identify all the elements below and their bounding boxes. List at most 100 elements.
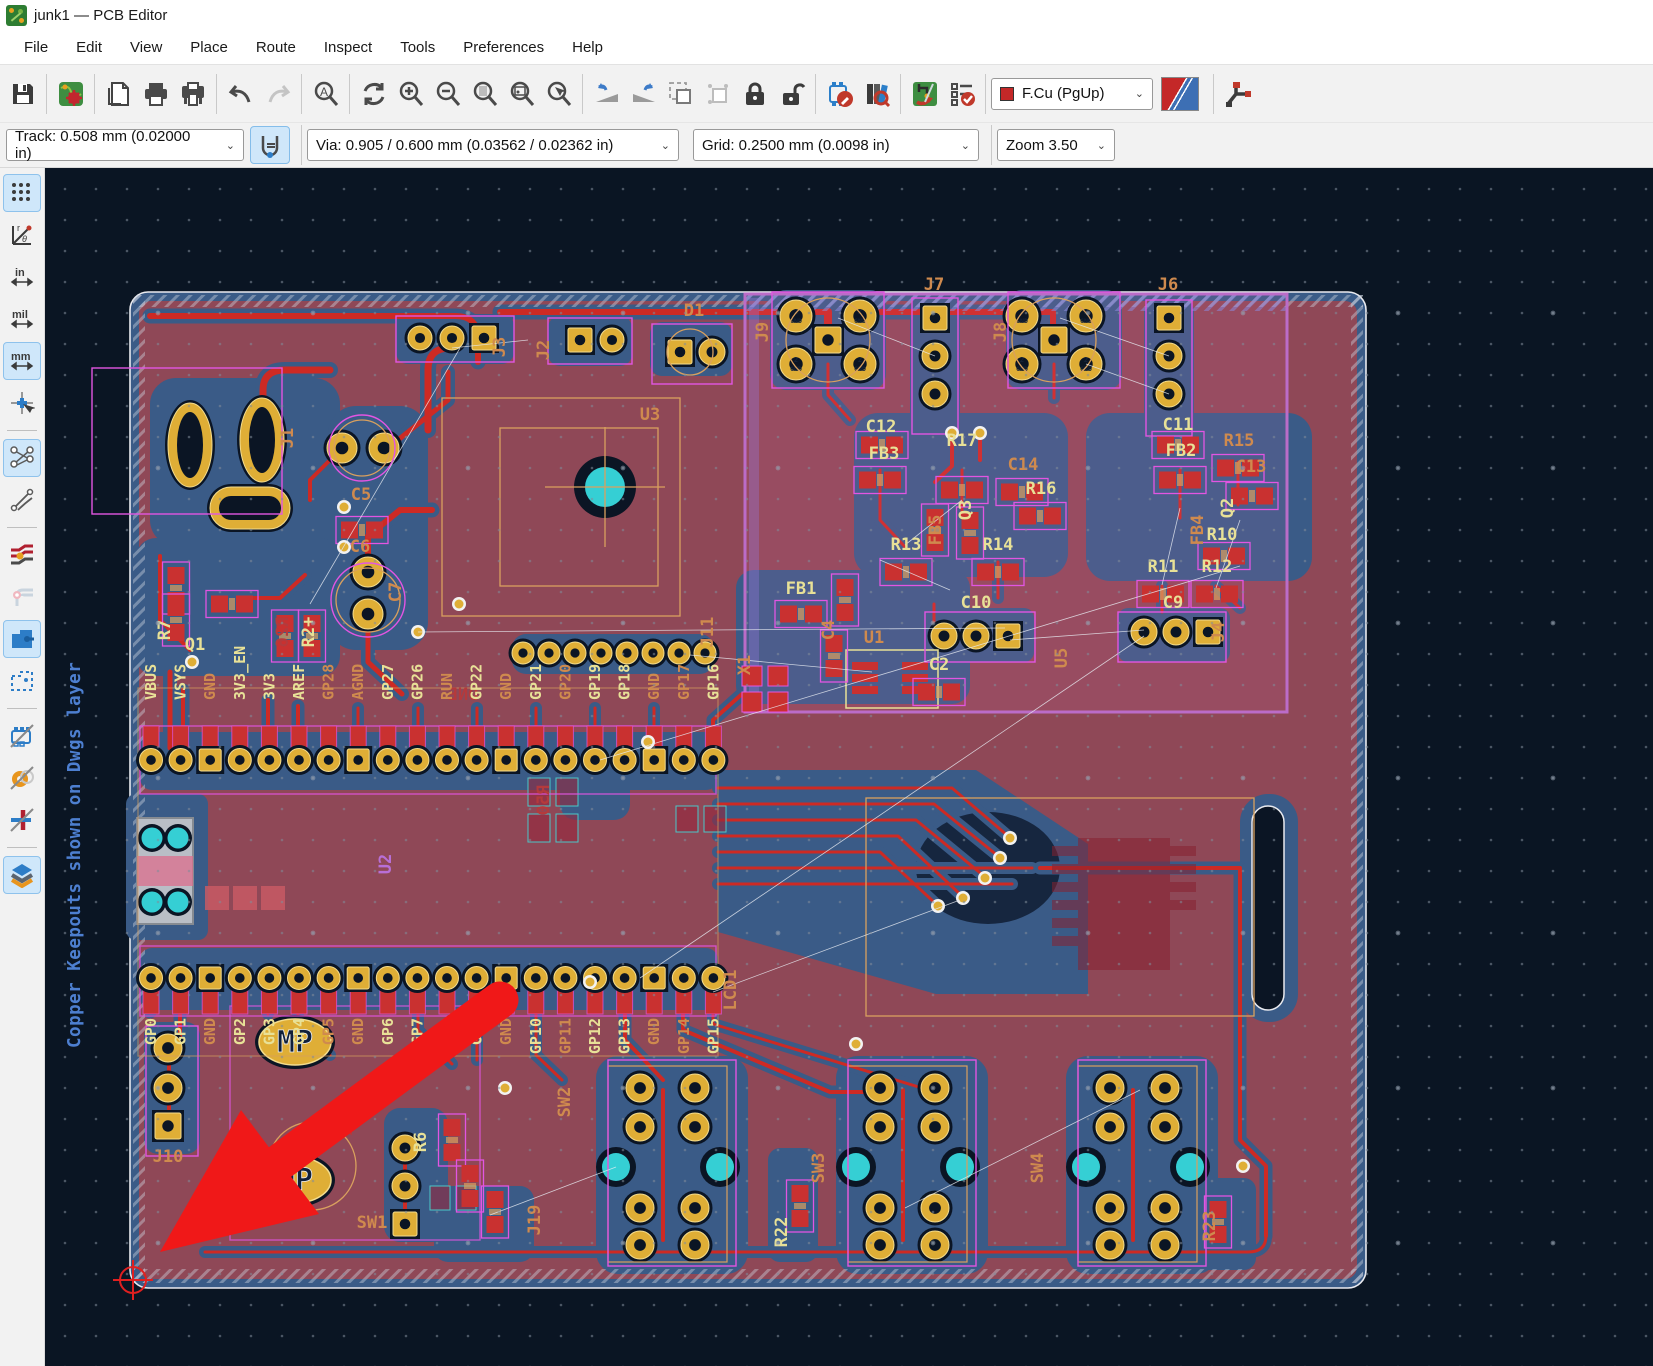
units-inches-icon: in: [9, 264, 35, 290]
curved-ratsnest-toggle[interactable]: [3, 481, 41, 519]
zoom-fit-page-button[interactable]: [466, 72, 503, 116]
toolbar-separator: [216, 74, 217, 114]
zoom-in-button[interactable]: [392, 72, 429, 116]
refresh-icon: [360, 80, 388, 108]
interactive-router-button[interactable]: [1219, 72, 1256, 116]
lock-button[interactable]: [736, 72, 773, 116]
rotate-ccw-button[interactable]: [588, 72, 625, 116]
sidebar-separator: [7, 430, 37, 431]
via-size-value: Via: 0.905 / 0.600 mm (0.03562 / 0.02362…: [316, 137, 613, 154]
svg-text:mm: mm: [11, 351, 31, 363]
svg-text:mil: mil: [12, 309, 28, 321]
ungroup-button[interactable]: [699, 72, 736, 116]
zone-filled-icon: [9, 626, 35, 652]
chevron-down-icon: ⌄: [218, 139, 235, 152]
board-setup-button[interactable]: [52, 72, 89, 116]
zoom-dropdown[interactable]: Zoom 3.50 ⌄: [997, 129, 1115, 161]
footprint-editor-button[interactable]: [821, 72, 858, 116]
layer-color-swatch: [1000, 87, 1014, 101]
menu-view[interactable]: View: [116, 33, 176, 62]
zone-filled-mode-toggle[interactable]: [3, 620, 41, 658]
save-button[interactable]: [4, 72, 41, 116]
net-highlight-toggle[interactable]: [3, 536, 41, 574]
menu-preferences[interactable]: Preferences: [449, 33, 558, 62]
track-width-icon: [257, 132, 283, 158]
curved-ratsnest-icon: [9, 487, 35, 513]
track-width-dropdown[interactable]: Track: 0.508 mm (0.02000 in) ⌄: [6, 129, 244, 161]
redo-button[interactable]: [259, 72, 296, 116]
units-mm-toggle[interactable]: mm: [3, 342, 41, 380]
units-inches-toggle[interactable]: in: [3, 258, 41, 296]
hide-pads-toggle[interactable]: [3, 759, 41, 797]
menu-inspect[interactable]: Inspect: [310, 33, 386, 62]
menu-file[interactable]: File: [10, 33, 62, 62]
update-pcb-icon: [911, 80, 939, 108]
rotate-cw-button[interactable]: [625, 72, 662, 116]
toolbar-separator: [1213, 74, 1214, 114]
refresh-view-button[interactable]: [355, 72, 392, 116]
toolbar-separator: [582, 74, 583, 114]
hide-tracks-toggle[interactable]: [3, 801, 41, 839]
save-icon: [9, 80, 37, 108]
toolbar-separator: [900, 74, 901, 114]
title-bar: junk1 — PCB Editor: [0, 0, 1653, 30]
menu-tools[interactable]: Tools: [386, 33, 449, 62]
menu-place[interactable]: Place: [176, 33, 242, 62]
auto-track-width-toggle[interactable]: [250, 126, 290, 164]
units-mils-toggle[interactable]: mil: [3, 300, 41, 338]
zoom-selection-button[interactable]: [540, 72, 577, 116]
pad-outline-icon: [9, 584, 35, 610]
zone-outline-mode-toggle[interactable]: [3, 662, 41, 700]
polar-coordinates-toggle[interactable]: θr: [3, 216, 41, 254]
hide-tracks-icon: [9, 807, 35, 833]
ungroup-icon: [704, 80, 732, 108]
menu-edit[interactable]: Edit: [62, 33, 116, 62]
unlock-button[interactable]: [773, 72, 810, 116]
layers-icon: [9, 862, 35, 888]
print-button[interactable]: [137, 72, 174, 116]
zoom-fit-objects-button[interactable]: [503, 72, 540, 116]
sidebar-separator: [7, 847, 37, 848]
hide-pads-icon: [9, 765, 35, 791]
app-icon: [6, 5, 27, 26]
zoom-out-icon: [434, 80, 462, 108]
sidebar-separator: [7, 527, 37, 528]
grid-dots-toggle[interactable]: [3, 174, 41, 212]
find-button[interactable]: A: [307, 72, 344, 116]
menu-route[interactable]: Route: [242, 33, 310, 62]
layer-pair-indicator[interactable]: [1161, 77, 1199, 111]
layers-manager-toggle[interactable]: [3, 856, 41, 894]
footprint-library-browser-button[interactable]: [858, 72, 895, 116]
toolbar-separator: [815, 74, 816, 114]
toolbar-separator: [349, 74, 350, 114]
undo-button[interactable]: [222, 72, 259, 116]
zoom-out-button[interactable]: [429, 72, 466, 116]
toolbar-separator: [991, 125, 992, 165]
toolbar-separator: [94, 74, 95, 114]
crosshair-cursor-toggle[interactable]: [3, 384, 41, 422]
ratsnest-visibility-toggle[interactable]: [3, 439, 41, 477]
pad-outline-mode-toggle[interactable]: [3, 578, 41, 616]
page-settings-icon: [105, 80, 133, 108]
design-rules-check-button[interactable]: [943, 72, 980, 116]
chevron-down-icon: ⌄: [653, 139, 670, 152]
zone-outline-icon: [9, 668, 35, 694]
grid-dropdown[interactable]: Grid: 0.2500 mm (0.0098 in) ⌄: [693, 129, 979, 161]
layer-selector[interactable]: F.Cu (PgUp) ⌄: [991, 78, 1153, 110]
chevron-down-icon: ⌄: [1127, 87, 1144, 100]
unlock-icon: [778, 80, 806, 108]
plot-button[interactable]: [174, 72, 211, 116]
menu-help[interactable]: Help: [558, 33, 617, 62]
polar-coordinates-icon: θr: [9, 222, 35, 248]
group-button[interactable]: [662, 72, 699, 116]
update-pcb-from-schematic-button[interactable]: [906, 72, 943, 116]
page-settings-button[interactable]: [100, 72, 137, 116]
hide-footprints-toggle[interactable]: [3, 717, 41, 755]
crosshair-cursor-icon: [9, 390, 35, 416]
left-options-toolbar: θr in mil mm: [0, 168, 45, 1366]
pcb-canvas[interactable]: 2GND2GND2GND2GND2GND2GND2GND2GNDMPMP: [45, 168, 1653, 1366]
window-title: junk1 — PCB Editor: [34, 7, 167, 24]
ratsnest-icon: [9, 445, 35, 471]
units-mils-icon: mil: [9, 306, 35, 332]
via-size-dropdown[interactable]: Via: 0.905 / 0.600 mm (0.03562 / 0.02362…: [307, 129, 679, 161]
